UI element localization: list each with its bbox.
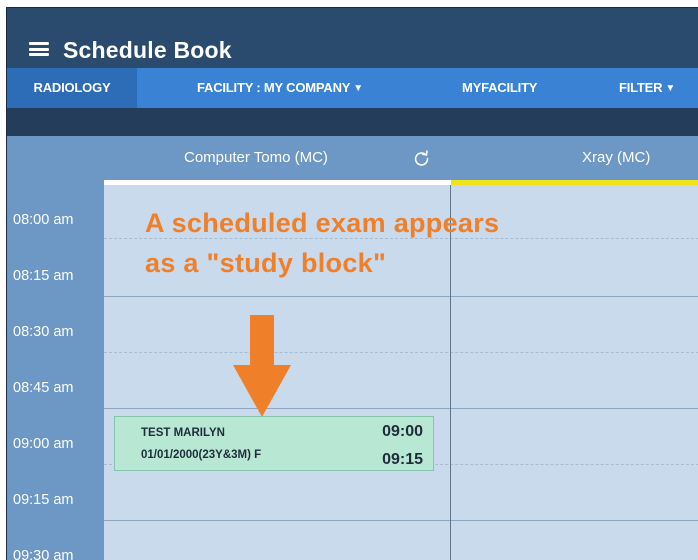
nav-item-radiology[interactable]: RADIOLOGY [7,68,137,108]
nav-item-myfacility[interactable]: MYFACILITY [462,68,537,108]
time-column: 08:00 am 08:15 am 08:30 am 08:45 am 09:0… [7,180,104,560]
column-top-marker [104,180,451,185]
study-patient-name: TEST MARILYN [141,427,225,439]
grid-line [104,352,698,353]
study-patient-dob: 01/01/2000(23Y&3M) F [141,449,262,461]
study-start-time: 09:00 [382,423,423,440]
time-slot-label: 08:45 am [13,380,74,396]
study-block[interactable]: TEST MARILYN 01/01/2000(23Y&3M) F 09:00 … [114,416,434,471]
caret-down-icon: ▼ [353,83,363,94]
schedule-book-window: Schedule Book RADIOLOGY FACILITY : MY CO… [6,7,698,560]
nav-item-filter[interactable]: FILTER ▼ [619,68,675,108]
column-header-xray[interactable]: Xray (MC) [582,136,650,180]
annotation-line-2: as a "study block" [145,248,387,278]
app-title: Schedule Book [63,37,232,63]
annotation-line-1: A scheduled exam appears [145,208,500,238]
time-slot-label: 09:00 am [13,436,74,452]
grid-line [104,296,698,297]
nav-item-label: FILTER [619,80,663,95]
sub-bar [7,108,698,136]
grid-line [104,408,698,409]
time-slot-label: 09:30 am [13,548,74,560]
menu-icon[interactable] [29,42,49,56]
nav-bar: RADIOLOGY FACILITY : MY COMPANY ▼ MYFACIL… [7,68,698,108]
nav-item-facility[interactable]: FACILITY : MY COMPANY ▼ [197,68,363,108]
caret-down-icon: ▼ [665,83,676,94]
column-divider [450,185,451,560]
nav-item-label: MYFACILITY [462,80,538,95]
column-header-row: Computer Tomo (MC) Xray (MC) [7,136,698,180]
nav-item-label: RADIOLOGY [33,80,111,95]
time-slot-label: 08:30 am [13,324,74,340]
selected-column-marker [451,180,698,185]
time-slot-label: 08:00 am [13,212,74,228]
title-bar: Schedule Book [7,8,698,68]
refresh-icon[interactable] [413,150,430,167]
grid-line [104,520,698,521]
time-slot-label: 09:15 am [13,492,74,508]
nav-item-label: FACILITY : MY COMPANY [197,80,351,95]
study-end-time: 09:15 [382,451,423,468]
column-header-computer-tomo[interactable]: Computer Tomo (MC) [184,136,328,180]
time-slot-label: 08:15 am [13,268,74,284]
arrow-down-icon [233,315,291,417]
